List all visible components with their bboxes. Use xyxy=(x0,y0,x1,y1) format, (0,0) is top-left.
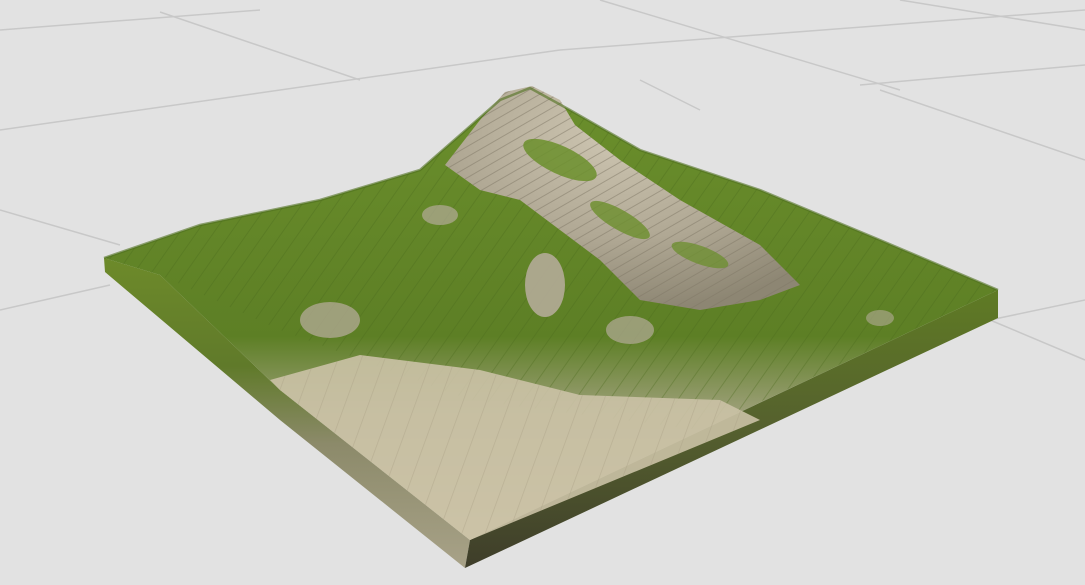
terrain-rock-outcrop xyxy=(606,316,654,344)
terrain-rock-outcrop xyxy=(525,253,565,317)
terrain-scene[interactable] xyxy=(0,0,1085,585)
terrain-rock-outcrop xyxy=(422,205,458,225)
3d-viewport[interactable] xyxy=(0,0,1085,585)
terrain-rock-outcrop xyxy=(866,310,894,326)
terrain-rock-outcrop xyxy=(300,302,360,338)
terrain-block[interactable] xyxy=(103,86,999,568)
